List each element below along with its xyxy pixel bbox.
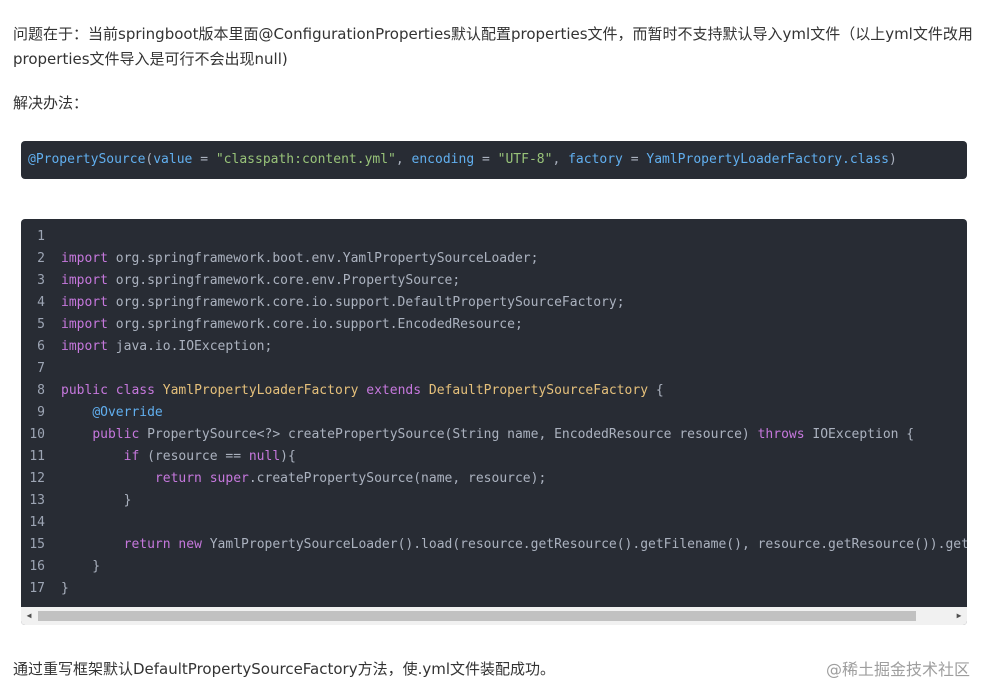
scrollbar-thumb[interactable] [38,611,916,621]
code-text: import org.springframework.boot.env.Yaml… [61,251,539,266]
code-lines: 1 2 import org.springframework.boot.env.Ya… [21,226,967,600]
line-number: 2 [37,251,45,266]
code-text: public PropertySource<?> createPropertyS… [92,427,915,442]
code-line: 10 public PropertySource<?> createProper… [21,424,967,446]
code-line: 5 import org.springframework.core.io.supp… [21,314,967,336]
line-number: 4 [37,295,45,310]
line-number: 3 [37,273,45,288]
horizontal-scrollbar[interactable]: ◀ ▶ [21,607,967,625]
code-block: 1 2 import org.springframework.boot.env.Ya… [21,219,967,625]
code-text: import org.springframework.core.io.suppo… [61,295,625,310]
code-text: @Override [92,405,163,420]
code-line: 6 import java.io.IOException; [21,336,967,358]
code-line: 8 public class YamlPropertyLoaderFactory … [21,380,967,402]
line-number: 8 [37,383,45,398]
code-line: 7 [21,358,967,380]
problem-paragraph: 问题在于：当前springboot版本里面@ConfigurationPrope… [13,25,973,68]
line-number: 10 [29,427,45,442]
code-line: 17} [21,578,967,600]
code-line: 13 } [21,490,967,512]
code-text: } [61,559,101,574]
line-number: 12 [29,471,45,486]
code-text: return new YamlPropertySourceLoader().lo… [123,537,967,552]
code-text: if (resource == null){ [123,449,296,464]
line-number: 11 [29,449,45,464]
inline-code-block: @PropertySource(value = "classpath:conte… [21,141,967,179]
code-text: } [61,493,132,508]
code-text: } [61,581,69,596]
code-line: 16 } [21,556,967,578]
watermark: @稀土掘金技术社区 [825,660,970,679]
code-text: import org.springframework.core.io.suppo… [61,317,523,332]
code-text: public class YamlPropertyLoaderFactory e… [61,383,664,398]
solution-heading: 解决办法： [13,94,89,112]
code-text: import java.io.IOException; [61,339,273,354]
code-line: 1 [21,226,967,248]
code-line: 11 if (resource == null){ [21,446,967,468]
line-number: 5 [37,317,45,332]
line-number: 13 [29,493,45,508]
code-line: 12 return super.createPropertySource(nam… [21,468,967,490]
code-text: import org.springframework.core.env.Prop… [61,273,461,288]
code-line: 4 import org.springframework.core.io.supp… [21,292,967,314]
line-number: 6 [37,339,45,354]
line-number: 16 [29,559,45,574]
code-text: return super.createPropertySource(name, … [154,471,547,486]
code-line: 3 import org.springframework.core.env.Pro… [21,270,967,292]
line-number: 9 [37,405,45,420]
line-number: 17 [29,581,45,596]
code-line: 14 [21,512,967,534]
line-number: 14 [29,515,45,530]
line-number: 1 [37,229,45,244]
line-number: 15 [29,537,45,552]
code-line: 9 @Override [21,402,967,424]
scroll-left-arrow-icon[interactable]: ◀ [21,607,37,625]
code-line: 2 import org.springframework.boot.env.Yam… [21,248,967,270]
scroll-right-arrow-icon[interactable]: ▶ [951,607,967,625]
code-line: 15 return new YamlPropertySourceLoader()… [21,534,967,556]
line-number: 7 [37,361,45,376]
